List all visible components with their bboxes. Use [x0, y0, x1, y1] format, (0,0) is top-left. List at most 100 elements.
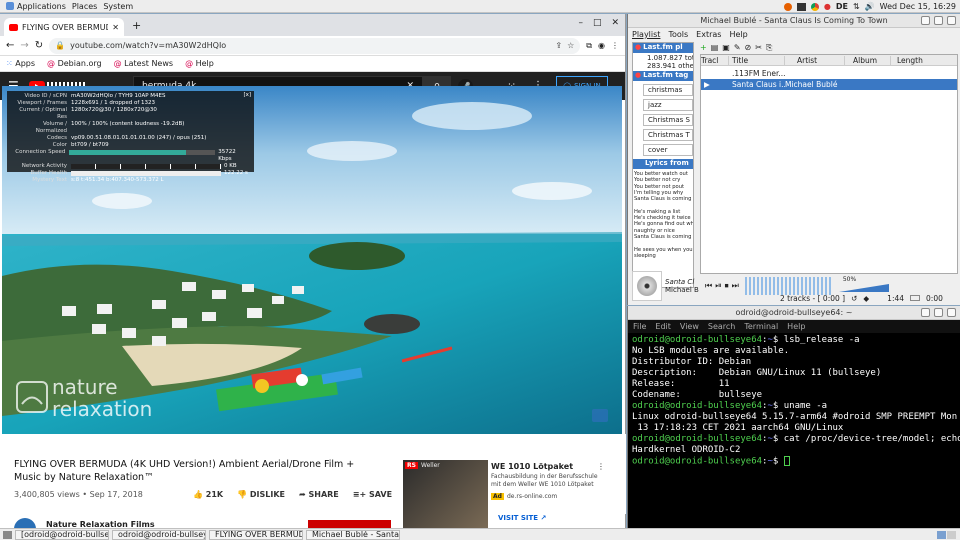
menu-tools[interactable]: Tools	[668, 30, 688, 39]
forward-icon[interactable]: →	[20, 40, 28, 51]
taskbar-item-terminal-1[interactable]: [odroid@odroid-bullse...	[15, 529, 109, 540]
channel-watermark-icon[interactable]	[592, 409, 608, 422]
menu-edit[interactable]: Edit	[655, 322, 671, 331]
bookmark-latest-news[interactable]: @ Latest News	[114, 59, 173, 68]
url-text[interactable]: youtube.com/watch?v=mA30W2dHQIo	[70, 41, 550, 50]
like-button[interactable]: 👍 21K	[193, 490, 223, 499]
tag-item[interactable]: jazz	[643, 99, 693, 111]
close-window-icon[interactable]	[947, 308, 956, 317]
close-tab-icon[interactable]: ✕	[112, 23, 119, 32]
menu-file[interactable]: File	[633, 322, 646, 331]
visit-site-button[interactable]: VISIT SITE ↗	[498, 514, 546, 522]
maximize-icon[interactable]	[934, 16, 943, 25]
terminal-output[interactable]: odroid@odroid-bullseye64:~$ lsb_release …	[628, 333, 960, 470]
play-button[interactable]: ⏯	[715, 281, 721, 291]
menu-applications[interactable]: Applications	[17, 2, 66, 11]
bookmark-star-icon[interactable]: ☆	[567, 41, 574, 50]
column-album[interactable]: Album	[845, 55, 891, 65]
lyrics-header[interactable]: Lyrics from	[633, 159, 693, 169]
share-button[interactable]: ➦ SHARE	[299, 490, 339, 499]
stats-close-button[interactable]: [x]	[243, 92, 251, 99]
edit-icon[interactable]: ✎	[734, 43, 741, 52]
terminal-icon[interactable]	[796, 2, 806, 11]
bookmark-help[interactable]: @ Help	[185, 59, 214, 68]
menu-view[interactable]: View	[680, 322, 699, 331]
bookmark-apps[interactable]: ⁙ Apps	[6, 59, 35, 68]
workspace-switcher[interactable]	[937, 530, 956, 539]
total-time: 1:44	[887, 293, 905, 303]
maximize-icon[interactable]	[934, 308, 943, 317]
chrome-icon[interactable]	[810, 2, 819, 11]
share-page-icon[interactable]: ⇪	[555, 41, 562, 50]
close-window-icon[interactable]	[947, 16, 956, 25]
stop-after-icon[interactable]: ↺	[851, 294, 857, 303]
bookmark-debian[interactable]: @ Debian.org	[47, 59, 102, 68]
album-art[interactable]	[632, 271, 662, 301]
lastfm-playlist-header[interactable]: ● Last.fm pl	[633, 43, 693, 53]
cut-icon[interactable]: ✂	[755, 43, 762, 52]
clock[interactable]: Wed Dec 15, 16:29	[880, 2, 956, 11]
tag-item[interactable]: christmas	[643, 84, 693, 96]
extensions-icon[interactable]: ⧉	[586, 41, 592, 51]
tab-youtube[interactable]: FLYING OVER BERMUDA ✕	[4, 18, 124, 36]
add-icon[interactable]: +	[700, 43, 707, 52]
tag-item[interactable]: Christmas T	[643, 129, 693, 141]
clear-icon[interactable]: ⊘	[745, 43, 752, 52]
reload-icon[interactable]: ↻	[35, 40, 43, 51]
update-icon[interactable]: ●	[824, 2, 831, 11]
menu-help[interactable]: Help	[729, 30, 747, 39]
menu-system[interactable]: System	[103, 2, 133, 11]
save-icon[interactable]: ▣	[722, 43, 730, 52]
network-icon[interactable]: ⇅	[853, 2, 860, 11]
next-button[interactable]: ⏭	[732, 281, 739, 291]
close-window-icon[interactable]: ✕	[611, 18, 619, 28]
menu-terminal[interactable]: Terminal	[744, 322, 778, 331]
minimize-icon[interactable]: –	[578, 18, 583, 28]
taskbar-item-terminal-2[interactable]: odroid@odroid-bullsey...	[112, 529, 206, 540]
seek-bar[interactable]	[910, 295, 921, 301]
open-icon[interactable]: ▤	[711, 43, 719, 52]
new-tab-button[interactable]: +	[132, 19, 141, 32]
browser-menu-icon[interactable]: ⋮	[611, 41, 619, 50]
profile-icon[interactable]: ◉	[598, 41, 605, 50]
column-title[interactable]: Title	[729, 55, 785, 65]
menu-places[interactable]: Places	[72, 2, 97, 11]
menu-search[interactable]: Search	[708, 322, 735, 331]
dislike-button[interactable]: 👎 DISLIKE	[237, 490, 285, 499]
firefox-icon[interactable]	[783, 2, 792, 11]
menu-playlist[interactable]: Playlist	[632, 30, 660, 39]
paste-icon[interactable]: ⎘	[766, 43, 772, 53]
taskbar-item-player[interactable]: Michael Bublé - Santa C...	[306, 529, 400, 540]
save-button[interactable]: ≡+ SAVE	[353, 490, 392, 499]
tag-item[interactable]: Christmas S	[643, 114, 693, 126]
ad-card[interactable]: RS Weller WE 1010 Lötpaket Fachausbildun…	[403, 460, 613, 530]
terminal-prompt: odroid@odroid-bullseye64	[632, 335, 763, 345]
tag-item[interactable]: cover	[643, 144, 693, 156]
show-desktop-icon[interactable]	[3, 530, 12, 539]
minimize-icon[interactable]	[921, 308, 930, 317]
previous-button[interactable]: ⏮	[705, 281, 712, 291]
stop-button[interactable]: ⏹	[725, 281, 729, 291]
column-track[interactable]: Tracl	[701, 55, 729, 65]
stats-key: Color	[52, 142, 67, 148]
address-bar[interactable]: 🔒 youtube.com/watch?v=mA30W2dHQIo ⇪ ☆	[49, 37, 581, 54]
maximize-icon[interactable]: □	[593, 18, 602, 28]
minimize-icon[interactable]	[921, 16, 930, 25]
volume-icon[interactable]: 🔊	[865, 2, 875, 11]
table-row[interactable]: .113FM Ener...	[701, 68, 957, 79]
table-row-playing[interactable]: ▶ Santa Claus i... Michael Bublé	[701, 79, 957, 90]
column-artist[interactable]: Artist	[785, 55, 845, 65]
lastfm-tags-header[interactable]: ● Last.fm tag	[633, 71, 693, 81]
ad-desc-1: Fachausbildung in der Berufsschule	[491, 473, 598, 480]
language-indicator[interactable]: DE	[836, 2, 848, 11]
ad-menu-icon[interactable]: ⋮	[597, 462, 605, 471]
debian-icon: @	[47, 59, 56, 68]
terminal-command-line: odroid@odroid-bullseye64:~$ uname -a	[632, 401, 828, 411]
menu-extras[interactable]: Extras	[696, 30, 721, 39]
back-icon[interactable]: ←	[6, 40, 14, 51]
menu-help[interactable]: Help	[787, 322, 805, 331]
column-length[interactable]: Length	[891, 56, 957, 65]
playlist-mode-icon[interactable]: ◆	[863, 294, 869, 303]
taskbar-item-browser[interactable]: FLYING OVER BERMUDA...	[209, 529, 303, 540]
cd-icon	[637, 276, 657, 296]
